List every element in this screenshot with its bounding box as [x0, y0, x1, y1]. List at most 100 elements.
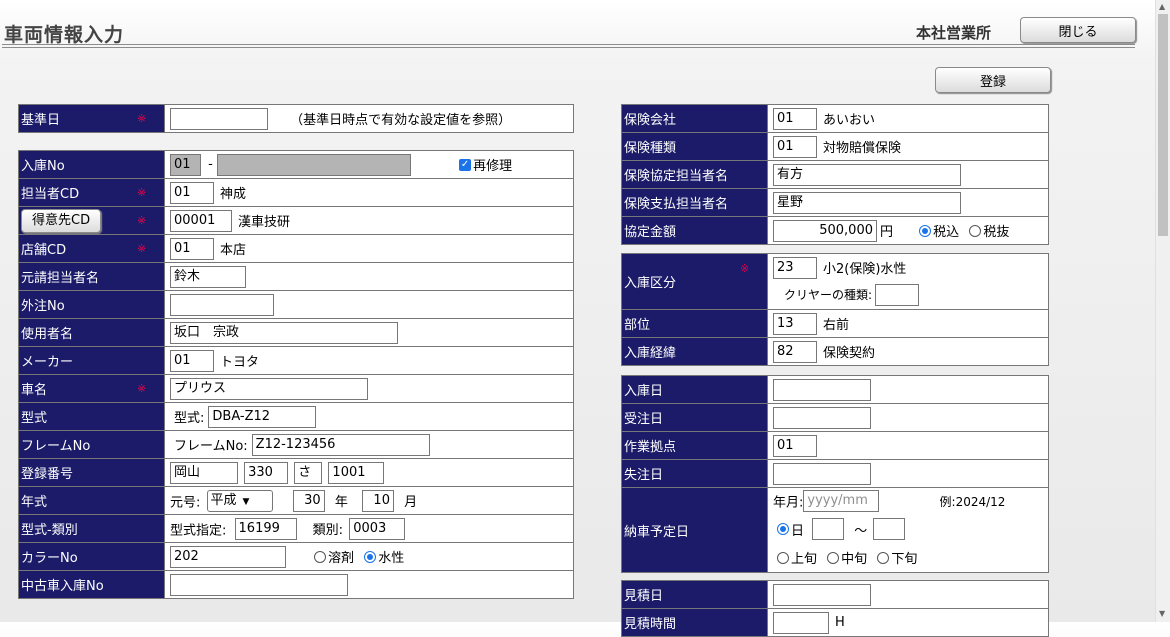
- history-label: 入庫経緯: [621, 337, 768, 366]
- ins-agree-input[interactable]: 有方: [773, 163, 961, 186]
- car-input[interactable]: プリウス: [170, 377, 368, 400]
- used-input[interactable]: [170, 573, 348, 596]
- ins-company-code-input[interactable]: 01: [773, 107, 817, 130]
- ins-pay-input[interactable]: 星野: [773, 191, 961, 214]
- row-ins-type: 保険種類 01 対物賠償保険: [621, 132, 1049, 161]
- tax-incl-label: 税込: [933, 225, 960, 240]
- reg-label: 登録番号: [18, 458, 165, 487]
- repair-checkbox-group: ✓ 再修理: [459, 157, 513, 174]
- nyuko-prefix-input[interactable]: 01: [170, 153, 201, 176]
- tenpo-label: 店舗CD ※: [18, 234, 165, 263]
- delivery-day-radio[interactable]: [777, 523, 789, 535]
- delivery-line3: 上旬 中旬 下旬: [773, 544, 1048, 572]
- header-divider-2: [2, 47, 1135, 48]
- delivery-late-label: 下旬: [891, 552, 918, 567]
- row-estimate-date: 見積日: [621, 580, 1049, 609]
- delivery-day-to-input[interactable]: [873, 518, 906, 540]
- delivery-day-label: 日: [791, 523, 805, 539]
- month-unit: 月: [404, 495, 418, 510]
- header-divider: [2, 44, 1135, 45]
- customer-code-input[interactable]: 00001: [170, 209, 232, 232]
- tenpo-code-input[interactable]: 01: [170, 237, 214, 260]
- delivery-ym-input[interactable]: yyyy/mm: [803, 490, 880, 512]
- row-tenpo: 店舗CD ※ 01 本店: [18, 234, 574, 263]
- reg-number-input[interactable]: 1001: [328, 461, 385, 484]
- delivery-mid-radio[interactable]: [827, 551, 840, 564]
- nyuko-date-input[interactable]: [773, 378, 871, 401]
- row-nyuko-kbn: 入庫区分 ※ 23 小2(保険)水性 クリヤーの種類:: [621, 253, 1049, 310]
- color-solvent-radio[interactable]: [314, 550, 327, 563]
- nyuko-kbn-name: 小2(保険)水性: [823, 262, 907, 277]
- month-input[interactable]: 10: [361, 489, 394, 512]
- color-water-label: 水性: [378, 551, 405, 566]
- base-site-input[interactable]: 01: [773, 434, 817, 457]
- era-prefix: 元号:: [170, 495, 201, 510]
- delivery-line1: 年月: yyyy/mm 例:2024/12: [773, 488, 1048, 516]
- order-date-input[interactable]: [773, 406, 871, 429]
- nyuko-kbn-label: 入庫区分 ※: [621, 253, 768, 310]
- user-input[interactable]: 坂口 宗政: [170, 321, 398, 344]
- delivery-tilde: ～: [854, 523, 868, 539]
- row-ins-pay: 保険支払担当者名 星野: [621, 188, 1049, 217]
- row-estimate-time: 見積時間 H: [621, 608, 1049, 637]
- history-name: 保険契約: [823, 346, 876, 361]
- reg-kana-input[interactable]: さ: [294, 461, 323, 484]
- row-lost-date: 失注日: [621, 459, 1049, 488]
- frame-input[interactable]: Z12-123456: [251, 433, 430, 456]
- history-code-input[interactable]: 82: [773, 340, 817, 363]
- estimate-date-input[interactable]: [773, 583, 871, 606]
- moto-label: 元請担当者名: [18, 262, 165, 291]
- delivery-late-radio[interactable]: [877, 551, 890, 564]
- gaichu-label: 外注No: [18, 290, 165, 319]
- nyuko-kbn-code-input[interactable]: 23: [773, 256, 817, 279]
- estimate-time-input[interactable]: [773, 611, 829, 634]
- delivery-day-from-input[interactable]: [812, 518, 845, 540]
- nyuko-no-label: 入庫No: [18, 150, 165, 179]
- row-kind: 型式-類別 型式指定: 16199 類別: 0003: [18, 514, 574, 543]
- delivery-early-radio[interactable]: [777, 551, 789, 564]
- moto-input[interactable]: 鈴木: [170, 265, 246, 288]
- delivery-early-label: 上旬: [791, 552, 818, 567]
- close-button[interactable]: 閉じる: [1020, 17, 1136, 43]
- scrollbar-thumb[interactable]: [1158, 14, 1168, 236]
- customer-name: 漢車技研: [238, 215, 291, 230]
- lost-date-input[interactable]: [773, 462, 871, 485]
- class-prefix: 類別:: [312, 523, 344, 538]
- ins-type-code-input[interactable]: 01: [773, 135, 817, 158]
- era-select[interactable]: 平成 ▼: [206, 489, 273, 512]
- scroll-down-icon[interactable]: ▼: [1159, 609, 1165, 618]
- year-input[interactable]: 30: [292, 489, 325, 512]
- repair-label: 再修理: [473, 159, 513, 174]
- maker-code-input[interactable]: 01: [170, 349, 214, 372]
- row-user: 使用者名 坂口 宗政: [18, 318, 574, 347]
- gaichu-input[interactable]: [170, 293, 274, 316]
- customer-cd-button[interactable]: 得意先CD: [21, 208, 102, 233]
- vertical-scrollbar[interactable]: ▲ ▼: [1155, 0, 1170, 622]
- chevron-down-icon: ▼: [242, 496, 250, 507]
- clear-type-input[interactable]: [875, 283, 920, 306]
- spec-input[interactable]: 16199: [234, 517, 297, 540]
- row-amount: 協定金額 500,000 円 税込 税抜: [621, 216, 1049, 245]
- row-order-date: 受注日: [621, 403, 1049, 432]
- base-date-input[interactable]: [170, 107, 268, 130]
- tanto-code-input[interactable]: 01: [170, 181, 214, 204]
- nyuko-number-input[interactable]: [216, 153, 411, 176]
- model-input[interactable]: DBA-Z12: [208, 405, 317, 428]
- reg-area-input[interactable]: 岡山: [170, 461, 238, 484]
- color-water-radio[interactable]: [364, 550, 377, 563]
- class-input[interactable]: 0003: [349, 517, 406, 540]
- tanto-name: 神成: [220, 187, 247, 202]
- amount-input[interactable]: 500,000: [773, 219, 877, 242]
- reg-class-input[interactable]: 330: [244, 461, 289, 484]
- tax-excl-radio[interactable]: [969, 224, 982, 237]
- office-name: 本社営業所: [916, 24, 992, 42]
- repair-checkbox[interactable]: ✓: [459, 158, 472, 171]
- register-button[interactable]: 登録: [935, 67, 1051, 93]
- ins-type-label: 保険種類: [621, 132, 768, 161]
- scroll-up-icon[interactable]: ▲: [1159, 2, 1165, 11]
- page-title: 車両情報入力: [4, 24, 125, 46]
- part-code-input[interactable]: 13: [773, 312, 817, 335]
- row-history: 入庫経緯 82 保険契約: [621, 337, 1049, 366]
- color-input[interactable]: 202: [170, 545, 286, 568]
- tax-incl-radio[interactable]: [919, 224, 932, 237]
